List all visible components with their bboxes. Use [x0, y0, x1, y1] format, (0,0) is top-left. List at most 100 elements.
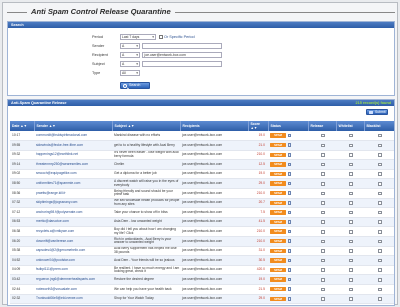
- period-select[interactable]: Last 7 days ▾: [120, 34, 156, 40]
- row-subject[interactable]: Shop for Your Watch Today: [112, 294, 180, 305]
- release-checkbox[interactable]: [321, 153, 325, 157]
- blacklist-checkbox[interactable]: [378, 210, 382, 215]
- view-message-icon[interactable]: [288, 162, 291, 167]
- blacklist-checkbox[interactable]: [378, 143, 382, 148]
- col-subject[interactable]: Subject ▲▼: [112, 121, 181, 131]
- release-checkbox[interactable]: [321, 297, 325, 301]
- release-checkbox[interactable]: [321, 162, 325, 167]
- row-subject[interactable]: Acai Berry supplement has helped me lose…: [112, 246, 180, 257]
- view-message-icon[interactable]: [288, 248, 291, 253]
- blacklist-checkbox[interactable]: [378, 268, 382, 272]
- release-checkbox[interactable]: [321, 191, 325, 196]
- view-message-icon[interactable]: [288, 191, 291, 195]
- row-subject[interactable]: We can help you have your health back: [112, 284, 180, 295]
- release-checkbox[interactable]: [321, 287, 325, 292]
- blacklist-checkbox[interactable]: [378, 287, 382, 292]
- blacklist-checkbox[interactable]: [378, 229, 382, 234]
- whitelist-checkbox[interactable]: [349, 258, 353, 263]
- blacklist-checkbox[interactable]: [378, 297, 382, 301]
- row-subject[interactable]: A discreet watch will raise you in the e…: [112, 178, 180, 190]
- blacklist-checkbox[interactable]: [378, 153, 382, 157]
- whitelist-checkbox[interactable]: [349, 153, 353, 157]
- release-checkbox[interactable]: [321, 277, 325, 282]
- view-message-icon[interactable]: [288, 153, 291, 157]
- blacklist-checkbox[interactable]: [378, 220, 382, 224]
- blacklist-checkbox[interactable]: [378, 239, 382, 244]
- blacklist-checkbox[interactable]: [378, 258, 382, 263]
- whitelist-checkbox[interactable]: [349, 220, 353, 224]
- release-checkbox[interactable]: [321, 133, 325, 138]
- whitelist-checkbox[interactable]: [349, 277, 353, 282]
- view-message-icon[interactable]: [288, 296, 291, 301]
- release-checkbox[interactable]: [321, 249, 325, 253]
- whitelist-checkbox[interactable]: [349, 229, 353, 234]
- blacklist-checkbox[interactable]: [378, 162, 382, 167]
- whitelist-checkbox[interactable]: [349, 268, 353, 272]
- row-subject[interactable]: Acai Dem - Your friends will be so jealo…: [112, 255, 180, 266]
- view-message-icon[interactable]: [288, 181, 291, 186]
- blacklist-checkbox[interactable]: [378, 181, 382, 186]
- release-checkbox[interactable]: [321, 220, 325, 224]
- row-subject[interactable]: It's never been easier - lose weight wit…: [112, 150, 180, 161]
- whitelist-checkbox[interactable]: [349, 172, 353, 176]
- row-subject[interactable]: Asia Dem - low unwanted weight: [112, 217, 180, 228]
- view-message-icon[interactable]: [288, 210, 291, 215]
- row-subject[interactable]: Take your chance to show off in bliss: [112, 207, 180, 218]
- col-date[interactable]: Date ▲▼: [10, 121, 35, 131]
- recipient-operator-select[interactable]: A ▾: [120, 52, 140, 58]
- subject-input[interactable]: [142, 61, 222, 67]
- view-message-icon[interactable]: [288, 133, 291, 138]
- row-subject[interactable]: Chellm: [112, 159, 180, 170]
- whitelist-checkbox[interactable]: [349, 249, 353, 253]
- row-subject[interactable]: get to to a healthy lifestyle with Acai …: [112, 140, 180, 151]
- blacklist-checkbox[interactable]: [378, 277, 382, 282]
- view-message-icon[interactable]: [288, 143, 291, 148]
- release-checkbox[interactable]: [321, 210, 325, 215]
- release-checkbox[interactable]: [321, 143, 325, 148]
- whitelist-checkbox[interactable]: [349, 191, 353, 196]
- row-subject[interactable]: We sell wholesale health products for pe…: [112, 198, 180, 209]
- blacklist-checkbox[interactable]: [378, 201, 382, 205]
- col-sender[interactable]: Sender ▲▼: [34, 121, 113, 131]
- view-message-icon[interactable]: [288, 172, 291, 176]
- release-checkbox[interactable]: [321, 181, 325, 186]
- blacklist-checkbox[interactable]: [378, 191, 382, 196]
- view-message-icon[interactable]: [288, 200, 291, 205]
- blacklist-checkbox[interactable]: [378, 249, 382, 253]
- release-checkbox[interactable]: [321, 229, 325, 234]
- recipient-input[interactable]: joe.user@entwork-box.com: [142, 52, 222, 58]
- view-message-icon[interactable]: [288, 277, 291, 282]
- row-subject[interactable]: Boy did I tell you about how I am changi…: [112, 226, 180, 238]
- type-select[interactable]: All ▾: [120, 70, 140, 76]
- view-message-icon[interactable]: [288, 268, 291, 272]
- whitelist-checkbox[interactable]: [349, 297, 353, 301]
- row-subject[interactable]: Being friendly and sound should be your …: [112, 188, 180, 199]
- subject-operator-select[interactable]: A ▾: [120, 61, 140, 67]
- release-checkbox[interactable]: [321, 239, 325, 244]
- view-message-icon[interactable]: [288, 239, 291, 243]
- submit-button[interactable]: Submit: [366, 109, 388, 115]
- sender-input[interactable]: [142, 43, 222, 49]
- release-checkbox[interactable]: [321, 258, 325, 263]
- release-checkbox[interactable]: [321, 172, 325, 176]
- whitelist-checkbox[interactable]: [349, 162, 353, 167]
- specific-period-checkbox[interactable]: [159, 35, 163, 39]
- row-subject[interactable]: Mankind disease with no efforts: [112, 131, 180, 142]
- whitelist-checkbox[interactable]: [349, 181, 353, 186]
- blacklist-checkbox[interactable]: [378, 133, 382, 138]
- whitelist-checkbox[interactable]: [349, 239, 353, 244]
- release-checkbox[interactable]: [321, 268, 325, 272]
- whitelist-checkbox[interactable]: [349, 287, 353, 292]
- row-subject[interactable]: Be resilient. I have so much energy and …: [112, 265, 180, 276]
- col-score[interactable]: Score ▲▼: [248, 121, 269, 131]
- sender-operator-select[interactable]: A ▾: [120, 43, 140, 49]
- row-subject[interactable]: Rich in antioxidants - Acai Berry is you…: [112, 236, 180, 247]
- view-message-icon[interactable]: [288, 258, 291, 263]
- blacklist-checkbox[interactable]: [378, 172, 382, 176]
- whitelist-checkbox[interactable]: [349, 201, 353, 205]
- row-subject[interactable]: Get a diploma for a better job: [112, 169, 180, 180]
- whitelist-checkbox[interactable]: [349, 143, 353, 148]
- whitelist-checkbox[interactable]: [349, 133, 353, 138]
- release-checkbox[interactable]: [321, 201, 325, 205]
- search-button[interactable]: Search: [120, 82, 150, 89]
